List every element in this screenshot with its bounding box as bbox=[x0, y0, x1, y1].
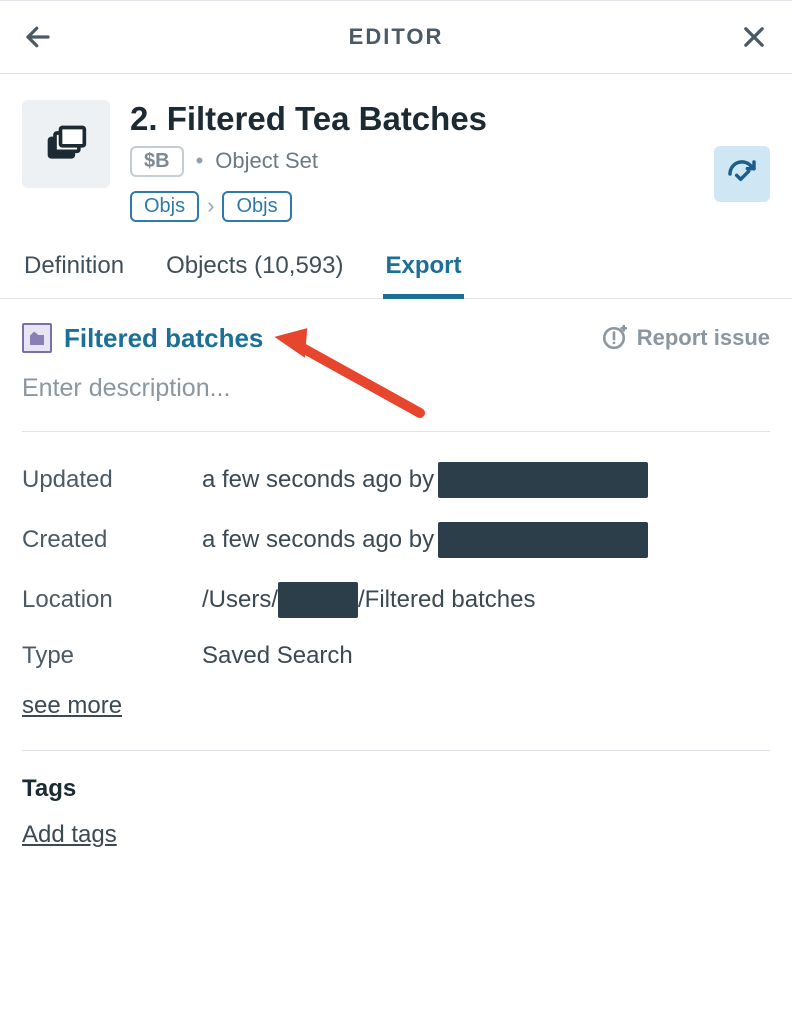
cards-stack-icon bbox=[44, 122, 88, 166]
close-button[interactable] bbox=[734, 17, 774, 57]
meta-row-type: Type Saved Search bbox=[22, 630, 770, 682]
editor-header: EDITOR bbox=[0, 0, 792, 74]
header-title: EDITOR bbox=[78, 24, 714, 50]
separator-dot: • bbox=[196, 148, 204, 174]
chevron-right-icon: › bbox=[205, 193, 216, 219]
meta-row-created: Created a few seconds ago by bbox=[22, 510, 770, 570]
meta-location-suffix: /Filtered batches bbox=[358, 586, 535, 614]
tab-objects[interactable]: Objects (10,593) bbox=[164, 242, 345, 298]
close-icon bbox=[740, 23, 768, 51]
title-block: 2. Filtered Tea Batches $B • Object Set … bbox=[0, 74, 792, 232]
tags-heading: Tags bbox=[22, 775, 770, 803]
meta-label-updated: Updated bbox=[22, 466, 202, 494]
meta-label-type: Type bbox=[22, 642, 202, 670]
meta-updated-text: a few seconds ago by bbox=[202, 466, 434, 494]
add-tags-link[interactable]: Add tags bbox=[22, 821, 117, 849]
description-input[interactable] bbox=[22, 374, 770, 403]
tab-definition[interactable]: Definition bbox=[22, 242, 126, 298]
redacted-user bbox=[438, 462, 648, 498]
arrow-left-icon bbox=[23, 22, 53, 52]
redacted-user bbox=[438, 522, 648, 558]
divider bbox=[22, 431, 770, 432]
subtitle-line: $B • Object Set bbox=[130, 146, 694, 177]
meta-created-text: a few seconds ago by bbox=[202, 526, 434, 554]
page-title: 2. Filtered Tea Batches bbox=[130, 100, 694, 138]
meta-row-location: Location /Users/ /Filtered batches bbox=[22, 570, 770, 630]
back-button[interactable] bbox=[18, 17, 58, 57]
object-set-tile-icon bbox=[22, 100, 110, 188]
tab-export[interactable]: Export bbox=[383, 242, 463, 298]
refresh-apply-button[interactable] bbox=[714, 146, 770, 202]
export-panel: Filtered batches Report issue bbox=[0, 299, 792, 857]
object-kind-label: Object Set bbox=[215, 148, 318, 174]
meta-label-location: Location bbox=[22, 586, 202, 614]
divider bbox=[22, 750, 770, 751]
tabs: Definition Objects (10,593) Export bbox=[0, 232, 792, 299]
meta-location-prefix: /Users/ bbox=[202, 586, 278, 614]
redacted-user-folder bbox=[278, 582, 358, 618]
export-name[interactable]: Filtered batches bbox=[64, 323, 263, 354]
crumb-objs-1[interactable]: Objs bbox=[130, 191, 199, 222]
saved-search-icon bbox=[22, 323, 52, 353]
meta-row-updated: Updated a few seconds ago by bbox=[22, 450, 770, 510]
metadata-table: Updated a few seconds ago by Created a f… bbox=[22, 450, 770, 682]
meta-type-value: Saved Search bbox=[202, 642, 770, 670]
meta-label-created: Created bbox=[22, 526, 202, 554]
crumb-objs-2[interactable]: Objs bbox=[222, 191, 291, 222]
refresh-check-icon bbox=[726, 158, 758, 190]
report-issue-icon bbox=[601, 325, 627, 351]
report-issue-button[interactable]: Report issue bbox=[601, 325, 770, 351]
report-issue-label: Report issue bbox=[637, 325, 770, 351]
see-more-link[interactable]: see more bbox=[22, 692, 122, 720]
variable-chip: $B bbox=[130, 146, 184, 177]
type-breadcrumbs: Objs › Objs bbox=[130, 191, 694, 222]
